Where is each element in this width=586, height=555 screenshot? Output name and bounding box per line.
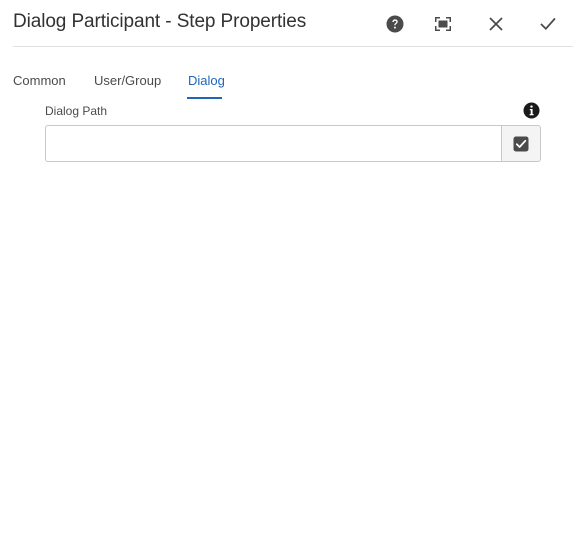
help-button[interactable]: [382, 11, 408, 37]
fullscreen-button[interactable]: [430, 11, 456, 37]
dialog-path-info-button[interactable]: [523, 102, 540, 119]
info-icon: [523, 102, 540, 119]
active-tab-indicator: [187, 97, 222, 99]
help-icon: [386, 15, 404, 33]
dialog-path-label: Dialog Path: [45, 104, 108, 118]
dialog-path-input[interactable]: [45, 125, 501, 162]
tab-common[interactable]: Common: [13, 73, 66, 88]
done-button[interactable]: [535, 11, 561, 37]
fullscreen-icon: [435, 17, 451, 31]
tab-user-group[interactable]: User/Group: [94, 73, 161, 88]
step-properties-dialog: Dialog Participant - Step Properties Com…: [0, 0, 586, 555]
header-divider: [13, 46, 573, 47]
tab-dialog[interactable]: Dialog: [188, 73, 225, 88]
dialog-title: Dialog Participant - Step Properties: [13, 11, 307, 32]
tab-list: Common User/Group Dialog: [0, 66, 586, 102]
close-button[interactable]: [483, 11, 509, 37]
dialog-path-picker-button[interactable]: [501, 125, 541, 162]
close-icon: [489, 17, 503, 31]
dialog-header: Dialog Participant - Step Properties: [0, 0, 586, 47]
checkmark-icon: [540, 18, 556, 30]
checkbox-icon: [513, 136, 529, 151]
